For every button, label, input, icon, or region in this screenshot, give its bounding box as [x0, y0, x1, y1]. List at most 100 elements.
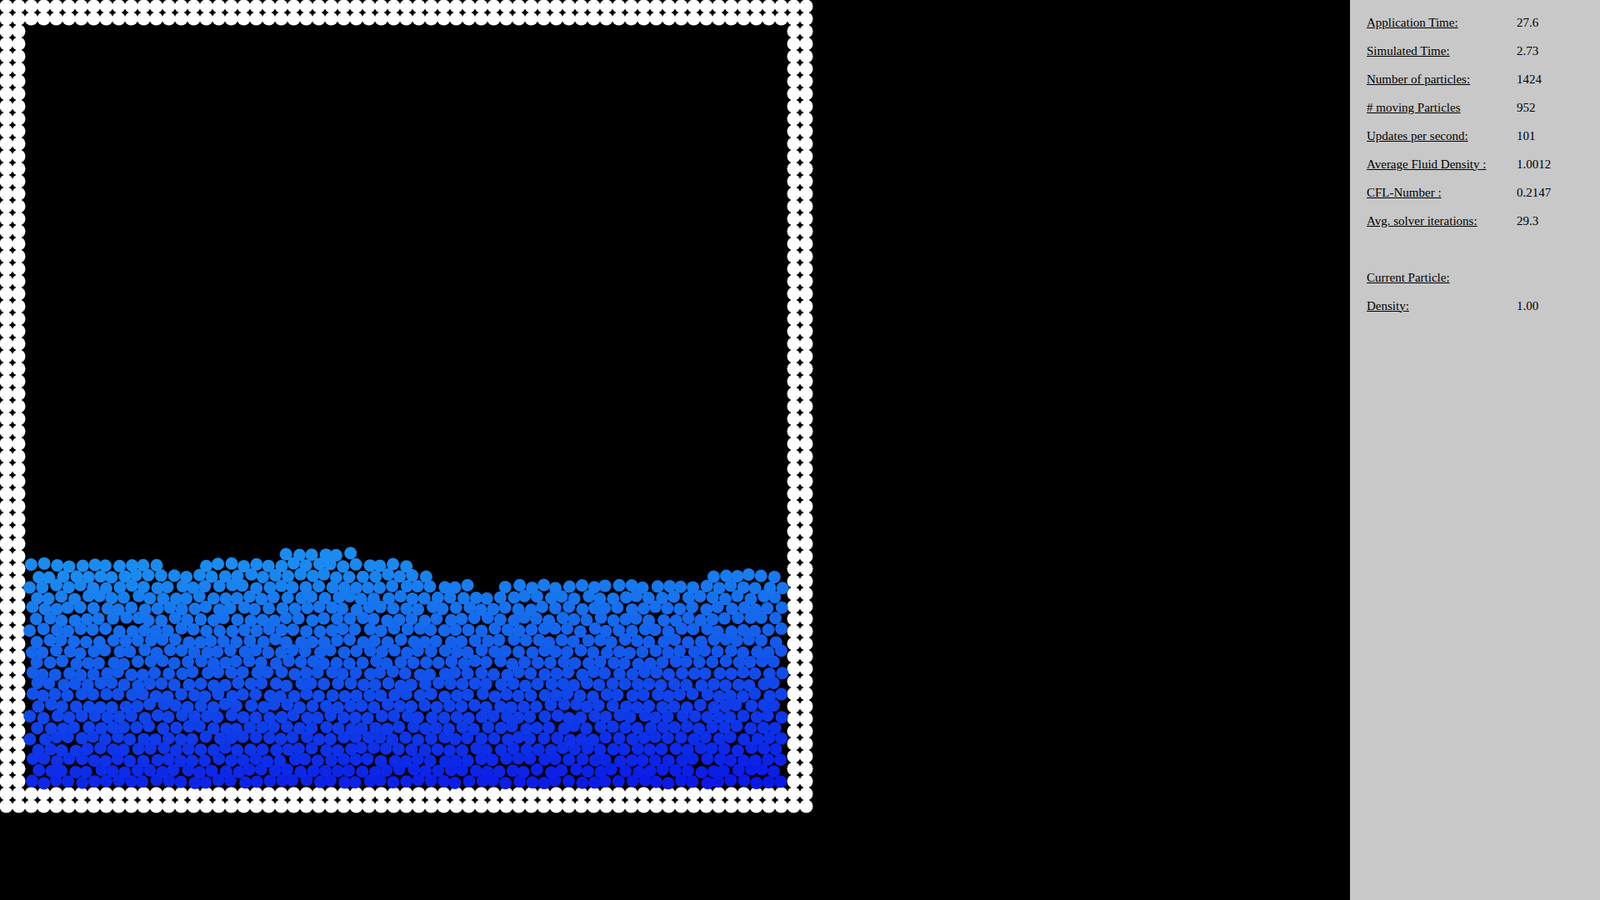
fluid-particle[interactable]	[161, 690, 175, 703]
fluid-particle[interactable]	[745, 699, 758, 712]
fluid-particle[interactable]	[161, 710, 175, 724]
fluid-particle[interactable]	[151, 709, 165, 722]
fluid-particle[interactable]	[769, 611, 782, 625]
fluid-particle[interactable]	[486, 602, 500, 615]
fluid-particle[interactable]	[424, 755, 437, 768]
fluid-particle[interactable]	[761, 645, 775, 659]
fluid-particle[interactable]	[775, 710, 789, 724]
fluid-particle[interactable]	[151, 754, 165, 767]
fluid-particle[interactable]	[581, 765, 595, 778]
fluid-particle[interactable]	[120, 700, 133, 714]
fluid-particle[interactable]	[649, 710, 662, 724]
fluid-particle[interactable]	[562, 775, 575, 788]
fluid-particle[interactable]	[655, 679, 668, 692]
fluid-particle[interactable]	[438, 690, 451, 703]
fluid-particle[interactable]	[275, 732, 288, 745]
fluid-particle[interactable]	[463, 775, 476, 788]
fluid-particle[interactable]	[512, 645, 525, 659]
fluid-particle[interactable]	[411, 710, 425, 724]
fluid-particle[interactable]	[50, 603, 64, 616]
fluid-particle[interactable]	[530, 721, 544, 735]
fluid-particle[interactable]	[769, 721, 782, 735]
fluid-particle[interactable]	[586, 645, 600, 659]
fluid-particle[interactable]	[298, 753, 311, 766]
fluid-particle[interactable]	[220, 765, 233, 778]
fluid-particle[interactable]	[350, 689, 363, 702]
fluid-particle[interactable]	[294, 765, 307, 779]
fluid-particle[interactable]	[168, 569, 181, 582]
fluid-particle[interactable]	[117, 678, 130, 691]
fluid-particle[interactable]	[755, 569, 768, 582]
fluid-particle[interactable]	[737, 580, 750, 594]
fluid-particle[interactable]	[256, 570, 270, 584]
fluid-particle[interactable]	[538, 668, 551, 681]
fluid-particle[interactable]	[550, 667, 563, 680]
fluid-particle[interactable]	[139, 603, 152, 616]
fluid-particle[interactable]	[567, 679, 580, 692]
fluid-particle[interactable]	[257, 635, 270, 649]
fluid-particle[interactable]	[186, 581, 200, 595]
fluid-particle[interactable]	[356, 635, 370, 649]
fluid-particle[interactable]	[37, 711, 50, 725]
fluid-particle[interactable]	[380, 614, 394, 627]
fluid-particle[interactable]	[213, 625, 226, 638]
fluid-particle[interactable]	[305, 614, 319, 627]
fluid-particle[interactable]	[749, 603, 762, 616]
fluid-particle[interactable]	[225, 690, 239, 703]
fluid-particle[interactable]	[606, 592, 620, 605]
fluid-particle[interactable]	[236, 710, 250, 724]
fluid-particle[interactable]	[25, 558, 38, 571]
fluid-particle[interactable]	[712, 581, 725, 595]
fluid-particle[interactable]	[219, 679, 232, 692]
fluid-particle[interactable]	[420, 655, 433, 669]
fluid-particle[interactable]	[592, 678, 605, 691]
fluid-particle[interactable]	[185, 754, 199, 767]
fluid-particle[interactable]	[200, 625, 213, 638]
fluid-particle[interactable]	[248, 602, 261, 615]
fluid-particle[interactable]	[230, 591, 244, 605]
fluid-particle[interactable]	[194, 743, 207, 756]
fluid-particle[interactable]	[131, 655, 145, 668]
fluid-particle[interactable]	[612, 775, 625, 788]
fluid-particle[interactable]	[680, 655, 693, 669]
fluid-particle[interactable]	[198, 754, 211, 767]
fluid-particle[interactable]	[382, 592, 395, 605]
fluid-particle[interactable]	[674, 580, 687, 594]
fluid-particle[interactable]	[355, 741, 368, 755]
fluid-particle[interactable]	[162, 667, 175, 680]
fluid-particle[interactable]	[711, 645, 725, 658]
fluid-particle[interactable]	[207, 744, 220, 757]
fluid-particle[interactable]	[320, 700, 333, 713]
fluid-particle[interactable]	[519, 679, 532, 692]
fluid-particle[interactable]	[70, 700, 83, 713]
fluid-particle[interactable]	[373, 581, 386, 595]
fluid-particle[interactable]	[87, 601, 100, 615]
fluid-particle[interactable]	[530, 763, 544, 776]
fluid-particle[interactable]	[568, 656, 581, 670]
fluid-particle[interactable]	[549, 581, 562, 595]
fluid-particle[interactable]	[168, 656, 181, 670]
fluid-particle[interactable]	[662, 690, 675, 703]
fluid-particle[interactable]	[586, 733, 600, 746]
fluid-particle[interactable]	[642, 635, 655, 649]
fluid-particle[interactable]	[82, 720, 95, 734]
fluid-particle[interactable]	[606, 743, 620, 756]
fluid-particle[interactable]	[80, 635, 93, 649]
fluid-particle[interactable]	[430, 700, 444, 714]
fluid-particle[interactable]	[512, 690, 525, 703]
fluid-particle[interactable]	[526, 646, 540, 660]
fluid-particle[interactable]	[113, 625, 126, 638]
fluid-particle[interactable]	[249, 711, 262, 725]
fluid-particle[interactable]	[600, 625, 613, 638]
fluid-particle[interactable]	[305, 635, 319, 649]
fluid-particle[interactable]	[300, 580, 313, 594]
fluid-particle[interactable]	[719, 679, 732, 692]
fluid-particle[interactable]	[62, 560, 75, 573]
fluid-particle[interactable]	[613, 579, 626, 592]
fluid-particle[interactable]	[488, 732, 501, 745]
fluid-particle[interactable]	[317, 657, 330, 670]
fluid-particle[interactable]	[673, 602, 686, 615]
fluid-particle[interactable]	[505, 700, 518, 714]
fluid-particle[interactable]	[599, 710, 612, 724]
fluid-particle[interactable]	[775, 732, 788, 745]
